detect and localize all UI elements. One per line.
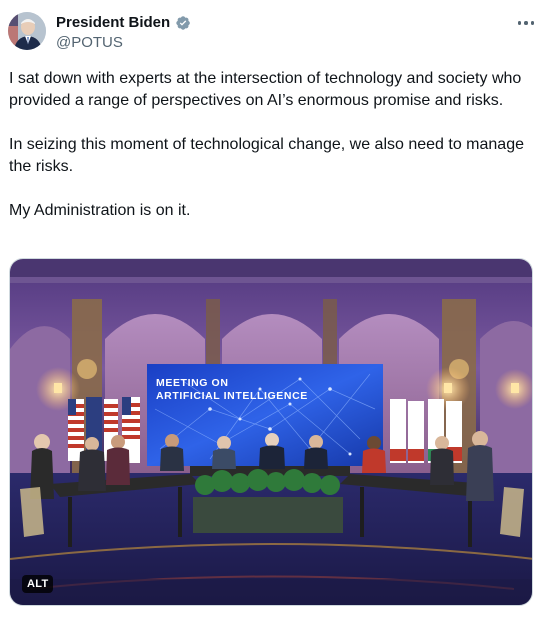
screen-title-line1: MEETING ON <box>156 377 229 389</box>
tweet-text: I sat down with experts at the intersect… <box>9 68 539 244</box>
handle[interactable]: @POTUS <box>56 34 123 51</box>
verified-badge-icon[interactable] <box>175 15 191 31</box>
avatar[interactable] <box>8 12 46 50</box>
tweet-paragraph: My Administration is on it. <box>9 202 191 219</box>
display-name[interactable]: President Biden <box>56 14 170 31</box>
tweet-photo[interactable]: MEETING ON ARTIFICIAL INTELLIGENCE ALT <box>9 258 533 606</box>
more-options-button[interactable] <box>512 12 540 34</box>
avatar-photo-icon <box>8 12 46 50</box>
tweet: President Biden @POTUS I sat down with e… <box>0 0 550 617</box>
screen-title-line2: ARTIFICIAL INTELLIGENCE <box>156 390 308 402</box>
name-row: President Biden <box>56 14 191 31</box>
tweet-paragraph: I sat down with experts at the intersect… <box>9 70 522 109</box>
meeting-room-photo: MEETING ON ARTIFICIAL INTELLIGENCE <box>10 259 532 605</box>
more-dot <box>524 21 528 25</box>
tweet-paragraph: In seizing this moment of technological … <box>9 136 524 175</box>
alt-text-badge[interactable]: ALT <box>22 575 54 593</box>
more-dot <box>530 21 535 25</box>
more-horizontal-icon <box>517 21 522 25</box>
